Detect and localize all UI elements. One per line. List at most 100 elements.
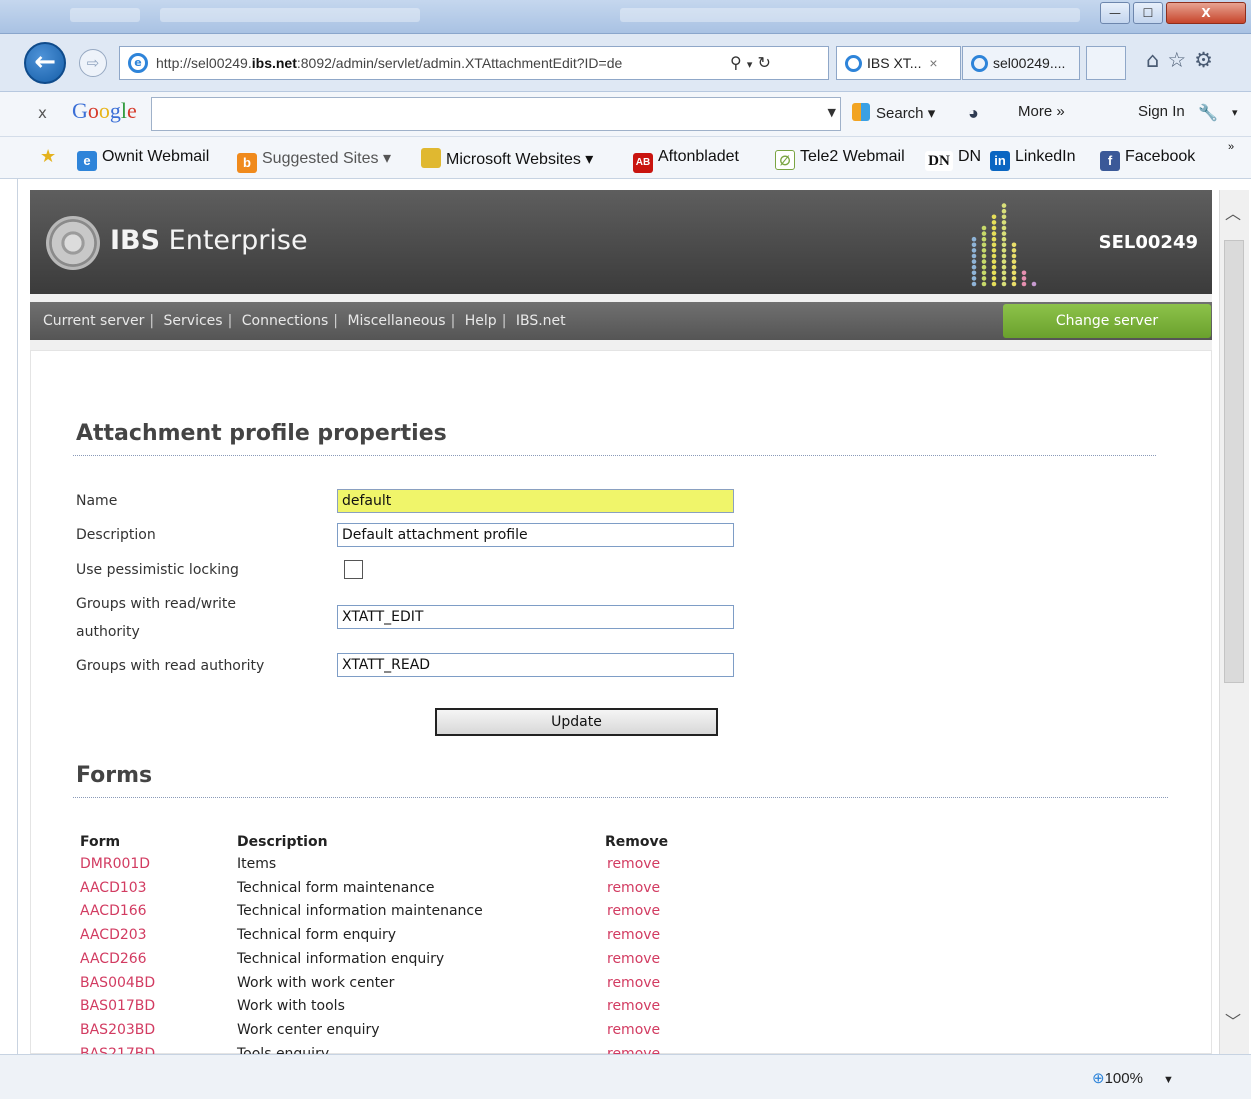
scroll-down-icon[interactable]: ﹀	[1225, 1008, 1241, 1032]
decor-dot	[991, 270, 997, 276]
table-row: DMR001D Items remove	[31, 856, 731, 879]
remove-link[interactable]: remove	[607, 927, 660, 943]
form-description: Technical information maintenance	[237, 903, 483, 920]
table-row: AACD266 Technical information enquiry remo…	[31, 951, 731, 974]
menu-miscellaneous[interactable]: Miscellaneous	[347, 313, 445, 329]
form-description: Technical information enquiry	[237, 950, 445, 967]
google-search-icon	[852, 103, 870, 121]
pessimistic-locking-checkbox[interactable]	[344, 560, 363, 579]
search-icon[interactable]: ⚲	[730, 53, 742, 72]
form-link[interactable]: BAS004BD	[80, 975, 155, 991]
zoom-dropdown-icon[interactable]: ▼	[1163, 1074, 1174, 1086]
decor-dot	[991, 214, 997, 220]
favorite-aftonbladet[interactable]: AB Aftonbladet	[633, 148, 739, 173]
gear-icon[interactable]: ⚙	[1194, 48, 1221, 72]
form-link[interactable]: BAS203BD	[80, 1022, 155, 1038]
address-bar[interactable]: e http://sel00249.ibs.net:8092/admin/ser…	[119, 46, 829, 80]
remove-link[interactable]: remove	[607, 998, 660, 1014]
form-link[interactable]: BAS217BD	[80, 1046, 155, 1054]
navigation-bar: ← ⇨ e http://sel00249.ibs.net:8092/admin…	[0, 34, 1251, 92]
remove-link[interactable]: remove	[607, 975, 660, 991]
wrench-icon[interactable]: 🔧	[1198, 103, 1218, 123]
favorite-suggested-sites[interactable]: b Suggested Sites ▾	[237, 148, 391, 173]
tab-ibs-xt[interactable]: IBS XT... ×	[836, 46, 961, 80]
globe-icon[interactable]: ◕	[968, 103, 979, 124]
decor-dot	[971, 281, 977, 287]
home-icon[interactable]: ⌂	[1146, 48, 1167, 72]
favorite-microsoft-websites[interactable]: Microsoft Websites ▾	[421, 148, 593, 169]
favorite-dn[interactable]: DN DN	[925, 148, 981, 171]
change-server-button[interactable]: Change server	[1003, 304, 1211, 338]
forward-button[interactable]: ⇨	[79, 49, 107, 77]
favorite-ownit-webmail[interactable]: e Ownit Webmail	[77, 148, 209, 171]
menu-connections[interactable]: Connections	[242, 313, 329, 329]
scrollbar-thumb[interactable]	[1224, 240, 1244, 683]
favorites-overflow-icon[interactable]: »	[1228, 141, 1234, 153]
google-search-input[interactable]: ▼	[151, 97, 841, 131]
name-input[interactable]: default	[337, 489, 734, 513]
close-toolbar-icon[interactable]: x	[38, 104, 47, 122]
decor-dot	[1001, 242, 1007, 248]
dropdown-icon[interactable]: ▾	[747, 58, 753, 71]
refresh-icon[interactable]: ↻	[757, 53, 770, 72]
sign-in-button[interactable]: Sign In	[1138, 103, 1185, 120]
remove-link[interactable]: remove	[607, 856, 660, 872]
tele2-icon: ∅	[775, 150, 795, 170]
google-search-button[interactable]: Search ▾	[852, 103, 935, 122]
vertical-scrollbar[interactable]: ︿ ﹀	[1219, 190, 1249, 1054]
remove-link[interactable]: remove	[607, 1046, 660, 1054]
new-tab-button[interactable]	[1086, 46, 1126, 80]
form-link[interactable]: AACD266	[80, 951, 147, 967]
minimize-button[interactable]: —	[1100, 2, 1130, 24]
decor-dot	[971, 276, 977, 281]
divider	[73, 797, 1168, 798]
name-label: Name	[76, 493, 118, 509]
form-link[interactable]: DMR001D	[80, 856, 150, 872]
favorite-tele2-webmail[interactable]: ∅ Tele2 Webmail	[775, 148, 905, 170]
rw-authority-input[interactable]: XTATT_EDIT	[337, 605, 734, 629]
form-link[interactable]: AACD103	[80, 880, 147, 896]
favorites-add-icon[interactable]: ★	[40, 146, 56, 167]
read-authority-input[interactable]: XTATT_READ	[337, 653, 734, 677]
url-text[interactable]: http://sel00249.ibs.net:8092/admin/servl…	[156, 55, 711, 71]
decor-dot	[1001, 276, 1007, 281]
chevron-down-icon[interactable]: ▼	[828, 106, 836, 119]
menu-ibs-net[interactable]: IBS.net	[516, 313, 566, 329]
toolbar-menu-chevron-icon[interactable]: ▾	[1232, 106, 1238, 119]
main-content: Attachment profile properties Name defau…	[30, 350, 1212, 1054]
favorite-facebook[interactable]: f Facebook	[1100, 148, 1195, 171]
form-link[interactable]: AACD166	[80, 903, 147, 919]
title-bar: — ☐ X	[0, 0, 1251, 34]
remove-link[interactable]: remove	[607, 1022, 660, 1038]
decor-dot	[981, 253, 987, 259]
back-button[interactable]: ←	[24, 42, 66, 84]
zoom-icon: ⊕	[1092, 1070, 1105, 1087]
remove-link[interactable]: remove	[607, 903, 660, 919]
column-header-remove: Remove	[605, 834, 669, 850]
decor-dot	[1001, 281, 1007, 287]
decor-dot	[981, 281, 987, 287]
menu-current-server[interactable]: Current server	[43, 313, 144, 329]
description-input[interactable]: Default attachment profile	[337, 523, 734, 547]
decor-dot	[1001, 270, 1007, 276]
ie-tab-icon	[971, 55, 988, 72]
form-link[interactable]: AACD203	[80, 927, 147, 943]
tab-close-icon[interactable]: ×	[929, 55, 937, 71]
decor-dot	[1011, 281, 1017, 287]
form-link[interactable]: BAS017BD	[80, 998, 155, 1014]
favorites-star-icon[interactable]: ☆	[1167, 48, 1194, 72]
remove-link[interactable]: remove	[607, 880, 660, 896]
scroll-up-icon[interactable]: ︿	[1225, 200, 1241, 224]
update-button[interactable]: Update	[435, 708, 718, 736]
close-window-button[interactable]: X	[1166, 2, 1246, 24]
menu-services[interactable]: Services	[164, 313, 223, 329]
maximize-button[interactable]: ☐	[1133, 2, 1163, 24]
zoom-control[interactable]: ⊕100% ▼	[1092, 1069, 1174, 1087]
more-button[interactable]: More »	[1018, 103, 1065, 120]
equalizer-dots-graphic	[971, 203, 1037, 287]
address-actions: ⚲ ▾ ↻	[730, 53, 771, 72]
tab-sel00249[interactable]: sel00249....	[962, 46, 1080, 80]
favorite-linkedin[interactable]: in LinkedIn	[990, 148, 1076, 171]
remove-link[interactable]: remove	[607, 951, 660, 967]
menu-help[interactable]: Help	[465, 313, 497, 329]
